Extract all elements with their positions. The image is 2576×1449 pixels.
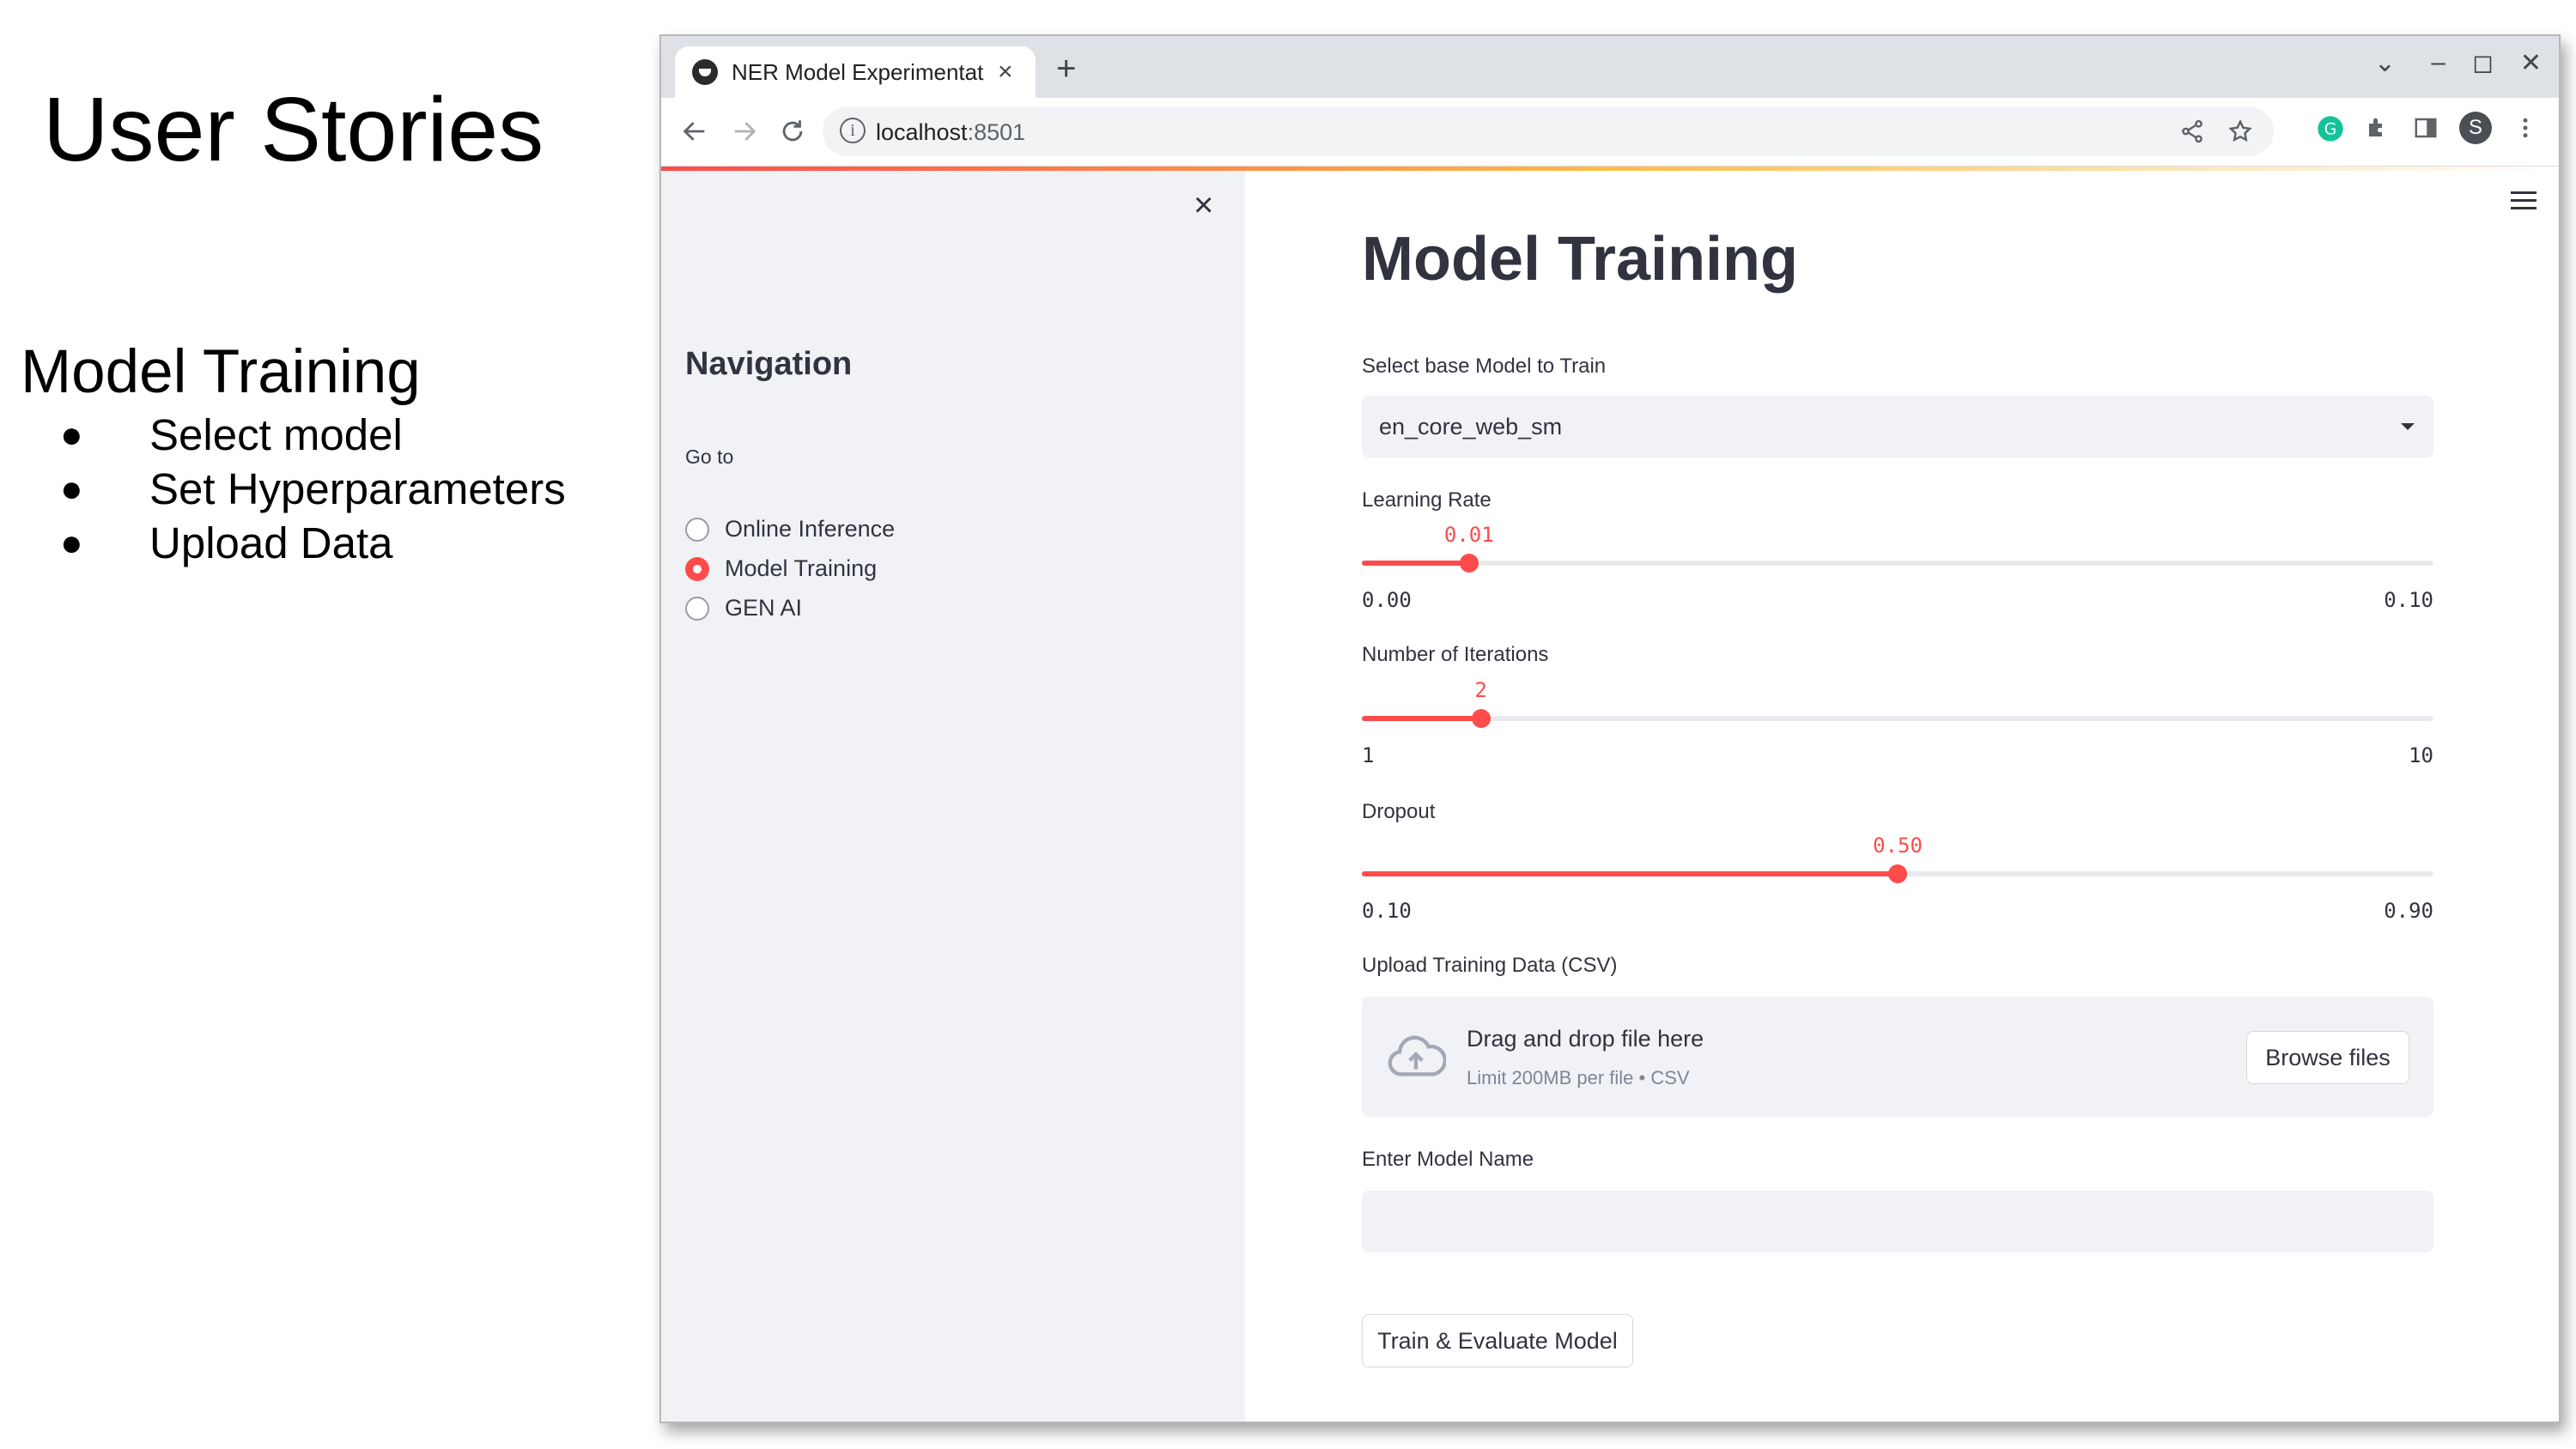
learning-rate-label: Learning Rate xyxy=(1362,488,1492,512)
browser-tab[interactable]: NER Model Experimentat × xyxy=(675,46,1036,98)
forward-icon[interactable] xyxy=(730,117,759,146)
slide-title: User Stories xyxy=(43,79,544,180)
page-title: Model Training xyxy=(1362,225,1799,294)
tab-close-icon[interactable]: × xyxy=(998,58,1013,87)
iterations-slider[interactable]: 2 1 10 xyxy=(1362,678,2433,767)
dropout-slider[interactable]: 0.50 0.10 0.90 xyxy=(1362,834,2433,923)
bookmark-star-icon[interactable] xyxy=(2227,118,2253,144)
slider-min: 1 xyxy=(1362,743,1375,767)
bullet-text: Select model xyxy=(149,410,403,459)
nav-option-gen-ai[interactable]: GEN AI xyxy=(685,595,802,621)
goto-label: Go to xyxy=(685,446,734,468)
bullet-dot: ● xyxy=(60,522,83,564)
upload-label: Upload Training Data (CSV) xyxy=(1362,954,1618,977)
svg-text:G: G xyxy=(2324,121,2336,139)
nav-option-model-training[interactable]: Model Training xyxy=(685,555,877,582)
nav-option-label: Online Inference xyxy=(725,516,896,542)
file-uploader-dropzone[interactable]: Drag and drop file here Limit 200MB per … xyxy=(1362,997,2433,1117)
bullet-item: ● Select model xyxy=(60,408,566,462)
sidebar-close-icon[interactable]: × xyxy=(1194,186,1213,225)
base-model-select[interactable]: en_core_web_sm xyxy=(1362,396,2433,458)
slider-fill xyxy=(1362,561,1469,566)
base-model-value: en_core_web_sm xyxy=(1379,414,1563,440)
omnibox[interactable]: i localhost:8501 xyxy=(823,106,2274,156)
iterations-label: Number of Iterations xyxy=(1362,643,1549,666)
model-name-input[interactable] xyxy=(1362,1191,2433,1252)
radio-unchecked-icon[interactable] xyxy=(685,596,709,621)
slider-track[interactable] xyxy=(1362,561,2433,566)
nav-option-online-inference[interactable]: Online Inference xyxy=(685,516,895,543)
main-content: Model Training Select base Model to Trai… xyxy=(1245,171,2559,1422)
slider-max: 0.90 xyxy=(2384,899,2433,923)
back-icon[interactable] xyxy=(680,117,709,146)
close-window-icon[interactable]: ✕ xyxy=(2520,48,2542,78)
share-icon[interactable] xyxy=(2179,118,2205,144)
slider-thumb[interactable] xyxy=(1471,709,1491,728)
browser-window: NER Model Experimentat × + ⌄ – ◻ ✕ i loc… xyxy=(659,34,2561,1423)
bullet-item: ● Upload Data xyxy=(60,516,566,570)
tab-bar: NER Model Experimentat × + ⌄ – ◻ ✕ xyxy=(661,36,2559,98)
slide-subtitle: Model Training xyxy=(21,338,421,406)
profile-avatar[interactable]: S xyxy=(2459,112,2492,144)
slider-max: 0.10 xyxy=(2384,588,2433,612)
radio-unchecked-icon[interactable] xyxy=(685,517,709,542)
bullet-dot: ● xyxy=(60,414,83,456)
slider-fill xyxy=(1362,716,1481,721)
slider-thumb[interactable] xyxy=(1888,864,1907,883)
site-info-icon[interactable]: i xyxy=(840,118,866,143)
drag-drop-text: Drag and drop file here xyxy=(1467,1026,1704,1052)
reload-icon[interactable] xyxy=(778,117,807,146)
streamlit-favicon-icon xyxy=(692,59,718,85)
minimize-icon[interactable]: – xyxy=(2431,48,2445,77)
slider-track[interactable] xyxy=(1362,716,2433,721)
slider-min: 0.10 xyxy=(1362,899,1412,923)
slider-min: 0.00 xyxy=(1362,588,1412,612)
extensions-puzzle-icon[interactable] xyxy=(2365,115,2391,141)
sidebar-heading: Navigation xyxy=(685,346,853,382)
base-model-label: Select base Model to Train xyxy=(1362,355,1607,378)
nav-option-label: Model Training xyxy=(725,555,878,581)
url-host: localhost xyxy=(876,119,968,145)
side-panel-icon[interactable] xyxy=(2413,115,2439,141)
slider-value: 0.01 xyxy=(1443,523,1494,547)
url-port: :8501 xyxy=(967,119,1026,145)
upload-limit-text: Limit 200MB per file • CSV xyxy=(1467,1067,1690,1088)
bullet-list: ● Select model ● Set Hyperparameters ● Uplo… xyxy=(60,408,566,570)
bullet-text: Set Hyperparameters xyxy=(149,464,566,513)
address-toolbar: i localhost:8501 G S xyxy=(661,98,2559,167)
sidebar: × Navigation Go to Online Inference Mode… xyxy=(661,171,1245,1422)
slider-thumb[interactable] xyxy=(1459,554,1479,573)
tab-search-icon[interactable]: ⌄ xyxy=(2374,48,2396,78)
tab-title: NER Model Experimentat xyxy=(732,58,984,85)
dropout-label: Dropout xyxy=(1362,800,1436,823)
hamburger-menu-icon[interactable] xyxy=(2511,191,2537,215)
bullet-text: Upload Data xyxy=(149,518,393,567)
slider-fill xyxy=(1362,871,1898,876)
new-tab-button[interactable]: + xyxy=(1056,50,1076,88)
learning-rate-slider[interactable]: 0.01 0.00 0.10 xyxy=(1362,523,2433,612)
bullet-dot: ● xyxy=(60,468,83,510)
train-evaluate-button[interactable]: Train & Evaluate Model xyxy=(1362,1314,1633,1367)
cloud-upload-icon xyxy=(1388,1035,1446,1076)
model-name-label: Enter Model Name xyxy=(1362,1148,1534,1171)
slider-max: 10 xyxy=(2409,743,2433,767)
grammarly-extension-icon[interactable]: G xyxy=(2317,115,2344,142)
maximize-icon[interactable]: ◻ xyxy=(2472,48,2494,78)
url-text[interactable]: localhost:8501 xyxy=(876,119,1025,146)
nav-option-label: GEN AI xyxy=(725,595,803,621)
chevron-down-icon xyxy=(2401,423,2415,430)
bullet-item: ● Set Hyperparameters xyxy=(60,462,566,516)
more-vertical-icon[interactable] xyxy=(2512,115,2538,141)
slider-value: 2 xyxy=(1474,678,1487,702)
radio-checked-icon[interactable] xyxy=(685,556,709,581)
browse-files-button[interactable]: Browse files xyxy=(2246,1031,2409,1084)
slider-value: 0.50 xyxy=(1873,834,1923,858)
